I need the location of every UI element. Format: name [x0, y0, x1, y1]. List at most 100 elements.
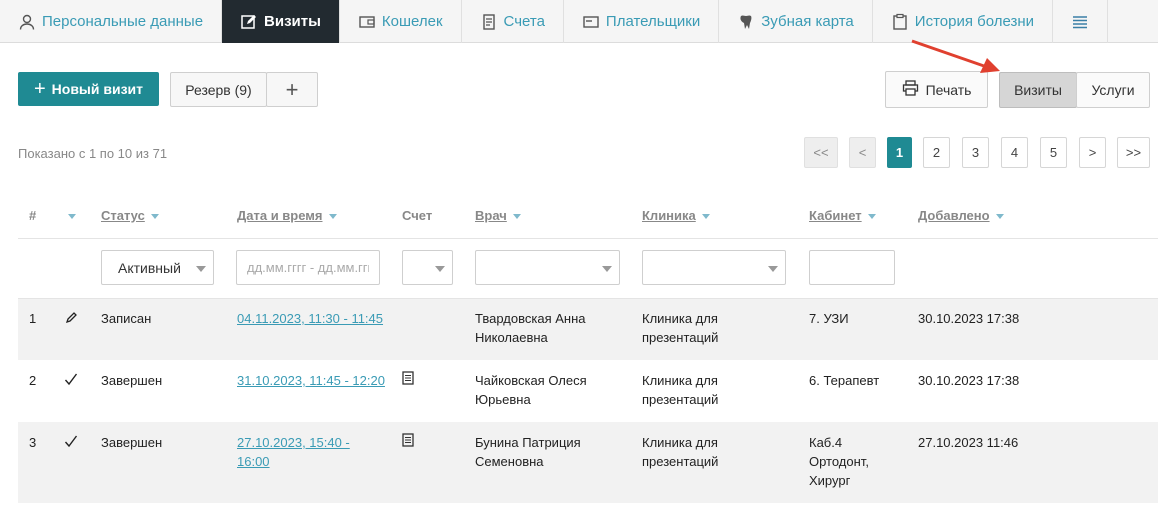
next-page-button[interactable]: > — [1079, 137, 1106, 168]
invoice-icon — [480, 13, 498, 31]
tab-payers[interactable]: Плательщики — [564, 0, 720, 43]
header-divider — [18, 238, 1158, 239]
invoice-filter-select[interactable] — [402, 250, 453, 285]
row-doctor-line: Чайковская Олеся — [475, 373, 587, 388]
check-icon — [64, 435, 78, 448]
tab-label: Визиты — [264, 13, 321, 30]
print-label: Печать — [925, 81, 972, 98]
new-visit-button[interactable]: + Новый визит — [18, 72, 159, 106]
row-clinic-line: Клиника для — [642, 435, 718, 450]
header-label: Врач — [475, 208, 507, 223]
tab-visits[interactable]: Визиты — [222, 0, 340, 43]
caret-down-icon — [701, 214, 710, 220]
row-added: 30.10.2023 17:38 — [918, 311, 1020, 326]
row-doctor: Твардовская Анна Николаевна — [475, 309, 585, 347]
first-page-button[interactable]: << — [804, 137, 838, 168]
row-datetime: 27.10.2023, 15:40 - 16:00 — [237, 433, 350, 471]
plus-icon: + — [33, 78, 46, 100]
tab-medical-history[interactable]: История болезни — [873, 0, 1054, 43]
row-doctor: Бунина Патриция Семеновна — [475, 433, 581, 471]
services-view-label: Услуги — [1091, 82, 1135, 98]
tab-wallet[interactable]: Кошелек — [340, 0, 462, 43]
invoice-icon[interactable] — [402, 371, 414, 385]
row-doctor-line: Бунина Патриция — [475, 435, 581, 450]
row-datetime-link[interactable]: 27.10.2023, 15:40 - — [237, 433, 350, 452]
row-room: 6. Терапевт — [809, 373, 880, 388]
row-doctor: Чайковская Олеся Юрьевна — [475, 371, 587, 409]
page-button-3[interactable]: 3 — [962, 137, 989, 168]
invoice-icon[interactable] — [402, 433, 414, 447]
column-header-number: # — [29, 208, 37, 223]
services-view-button[interactable]: Услуги — [1076, 72, 1150, 108]
reserve-label: Резерв (9) — [185, 81, 252, 98]
card-icon — [582, 13, 600, 31]
tab-label: Кошелек — [381, 13, 443, 30]
header-label: Статус — [101, 208, 145, 223]
row-clinic: Клиника для презентаций — [642, 433, 718, 471]
column-header-doctor[interactable]: Врач — [475, 208, 521, 223]
row-status: Завершен — [101, 435, 163, 450]
row-datetime-link[interactable]: 04.11.2023, 11:30 - 11:45 — [237, 309, 383, 328]
row-doctor-line: Юрьевна — [475, 392, 531, 407]
row-clinic-line: Клиника для — [642, 311, 718, 326]
reserve-button[interactable]: Резерв (9) — [170, 72, 267, 107]
row-number: 3 — [29, 435, 37, 450]
row-datetime-link[interactable]: 31.10.2023, 11:45 - 12:20 — [237, 371, 385, 390]
tab-more[interactable] — [1053, 0, 1109, 43]
tab-dental-chart[interactable]: Зубная карта — [719, 0, 873, 43]
chevron-down-icon — [768, 266, 778, 272]
clinic-filter-select[interactable] — [642, 250, 786, 285]
caret-down-icon — [68, 214, 76, 220]
row-doctor-line: Твардовская Анна — [475, 311, 586, 326]
column-header-added[interactable]: Добавлено — [918, 208, 1004, 223]
status-filter-select[interactable]: Активный — [101, 250, 214, 285]
tooth-icon — [737, 13, 755, 31]
caret-down-icon — [995, 214, 1004, 220]
page-button-4[interactable]: 4 — [1001, 137, 1028, 168]
wallet-icon — [358, 13, 376, 31]
row-status: Записан — [101, 311, 152, 326]
clipboard-icon — [891, 13, 909, 31]
row-clinic-line: презентаций — [642, 330, 719, 345]
row-clinic: Клиника для презентаций — [642, 309, 718, 347]
row-clinic-line: презентаций — [642, 392, 719, 407]
row-datetime-link[interactable]: 16:00 — [237, 452, 270, 471]
caret-down-icon — [328, 214, 337, 220]
caret-down-icon — [512, 214, 521, 220]
status-filter-value: Активный — [118, 259, 181, 276]
header-label: Добавлено — [918, 208, 990, 223]
header-label: Клиника — [642, 208, 696, 223]
chevron-down-icon — [435, 266, 445, 272]
column-header-room[interactable]: Кабинет — [809, 208, 876, 223]
column-header-clinic[interactable]: Клиника — [642, 208, 710, 223]
row-status: Завершен — [101, 373, 163, 388]
row-clinic-line: презентаций — [642, 454, 719, 469]
tab-invoices[interactable]: Счета — [462, 0, 564, 43]
room-filter-input[interactable] — [809, 250, 895, 285]
column-header-status[interactable]: Статус — [101, 208, 159, 223]
row-doctor-line: Николаевна — [475, 330, 548, 345]
visits-view-label: Визиты — [1014, 82, 1062, 98]
row-added: 30.10.2023 17:38 — [918, 373, 1020, 388]
prev-page-button[interactable]: < — [849, 137, 876, 168]
menu-icon — [1071, 13, 1089, 31]
caret-down-icon — [867, 214, 876, 220]
last-page-button[interactable]: >> — [1117, 137, 1150, 168]
tab-personal-data[interactable]: Персональные данные — [0, 0, 223, 43]
page-button-5[interactable]: 5 — [1040, 137, 1067, 168]
page-button-1[interactable]: 1 — [887, 137, 912, 168]
visits-view-button[interactable]: Визиты — [999, 72, 1077, 108]
column-header-datetime[interactable]: Дата и время — [237, 208, 337, 223]
column-header-toggle[interactable] — [68, 208, 76, 223]
date-range-filter-input[interactable]: дд.мм.гггг - дд.мм.гггг — [236, 250, 380, 285]
doctor-filter-select[interactable] — [475, 250, 620, 285]
tab-label: Зубная карта — [761, 13, 854, 30]
row-room: Каб.4 Ортодонт, Хирург — [809, 433, 869, 490]
page-button-2[interactable]: 2 — [923, 137, 950, 168]
tab-label: История болезни — [914, 13, 1035, 30]
date-range-placeholder: дд.мм.гггг - дд.мм.гггг — [247, 260, 369, 275]
pencil-icon[interactable] — [65, 311, 78, 324]
add-reserve-button[interactable]: + — [266, 72, 318, 107]
row-room: 7. УЗИ — [809, 311, 849, 326]
print-button[interactable]: Печать — [885, 71, 988, 108]
